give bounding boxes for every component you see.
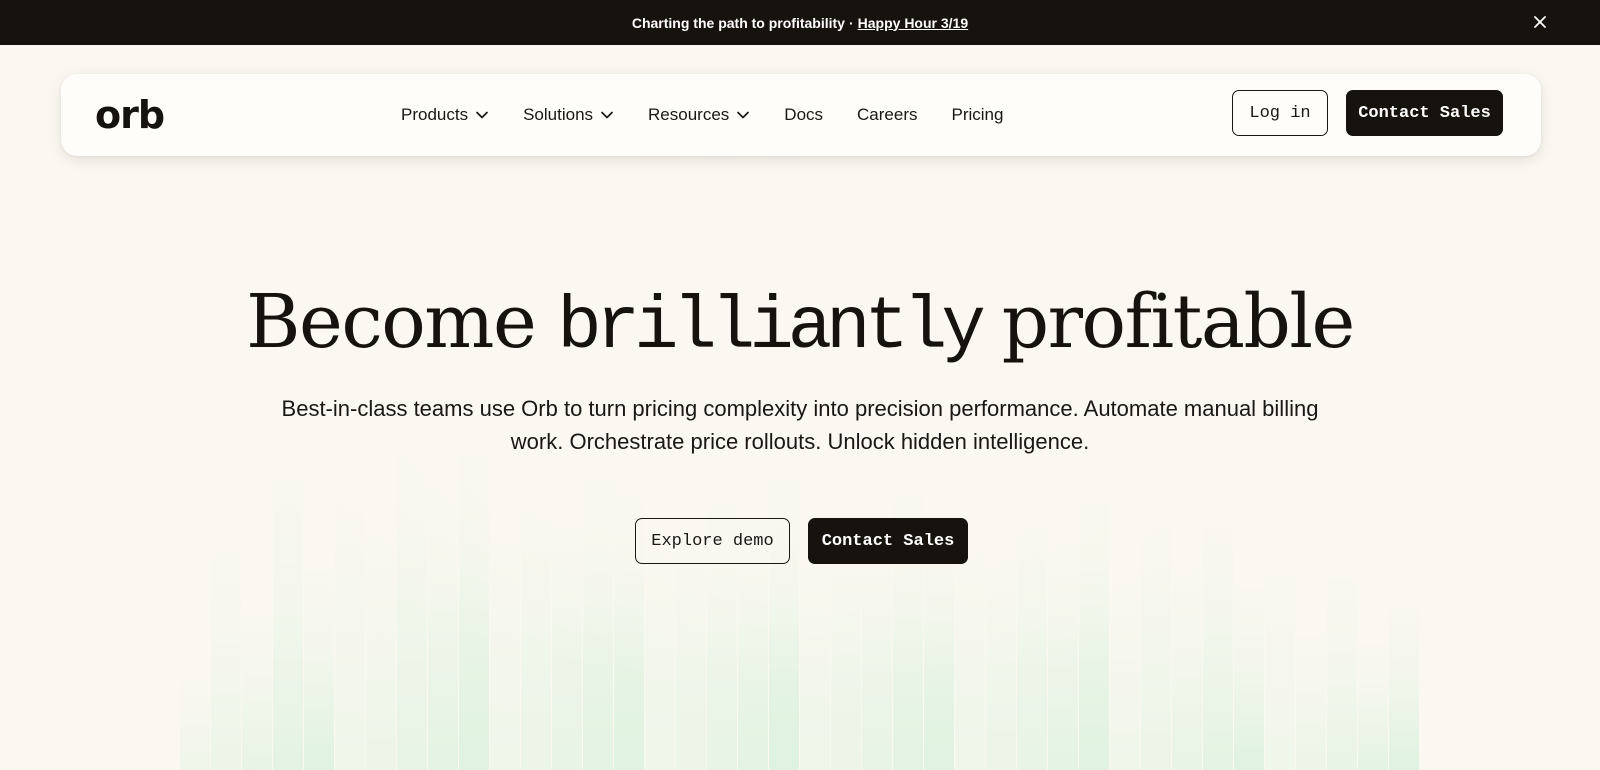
announcement-separator: · (848, 14, 854, 31)
nav-item-docs[interactable]: Docs (784, 105, 823, 125)
nav-item-label: Resources (648, 105, 730, 124)
nav-item-resources[interactable]: Resources (648, 105, 750, 125)
announcement-bar: Charting the path to profitability · Hap… (0, 0, 1600, 45)
hero-title-part1: Become (246, 279, 558, 365)
announcement-text: Charting the path to profitability (631, 14, 845, 31)
main-navbar: orb Products Solutions Resources Docs Ca… (61, 74, 1541, 156)
login-button[interactable]: Log in (1232, 90, 1328, 136)
nav-item-label: Solutions (523, 105, 594, 124)
chevron-down-icon (601, 111, 613, 119)
explore-demo-button[interactable]: Explore demo (635, 518, 790, 564)
hero-subtitle: Best-in-class teams use Orb to turn pric… (281, 396, 1319, 454)
nav-item-careers[interactable]: Careers (857, 105, 917, 125)
hero-title-highlight: brilliantly (557, 286, 985, 370)
hero-title: Become brilliantly profitable (0, 278, 1600, 372)
nav-contact-sales-button[interactable]: Contact Sales (1346, 90, 1503, 136)
nav-item-solutions[interactable]: Solutions (523, 105, 614, 125)
nav-item-label: Pricing (951, 105, 1004, 124)
chevron-down-icon (737, 111, 750, 119)
nav-links: Products Solutions Resources Docs Career… (401, 74, 1037, 156)
nav-item-pricing[interactable]: Pricing (952, 105, 1004, 125)
hero-contact-sales-button[interactable]: Contact Sales (808, 518, 968, 564)
announcement-link[interactable]: Happy Hour 3/19 (858, 15, 968, 31)
nav-item-label: Products (401, 105, 469, 124)
hero-title-part3: profitable (979, 279, 1356, 365)
chevron-down-icon (476, 111, 488, 119)
nav-item-label: Docs (784, 105, 824, 124)
close-icon[interactable] (1530, 12, 1550, 32)
nav-item-products[interactable]: Products (401, 105, 489, 125)
nav-item-label: Careers (857, 105, 918, 124)
orb-logo[interactable]: orb (95, 96, 165, 134)
